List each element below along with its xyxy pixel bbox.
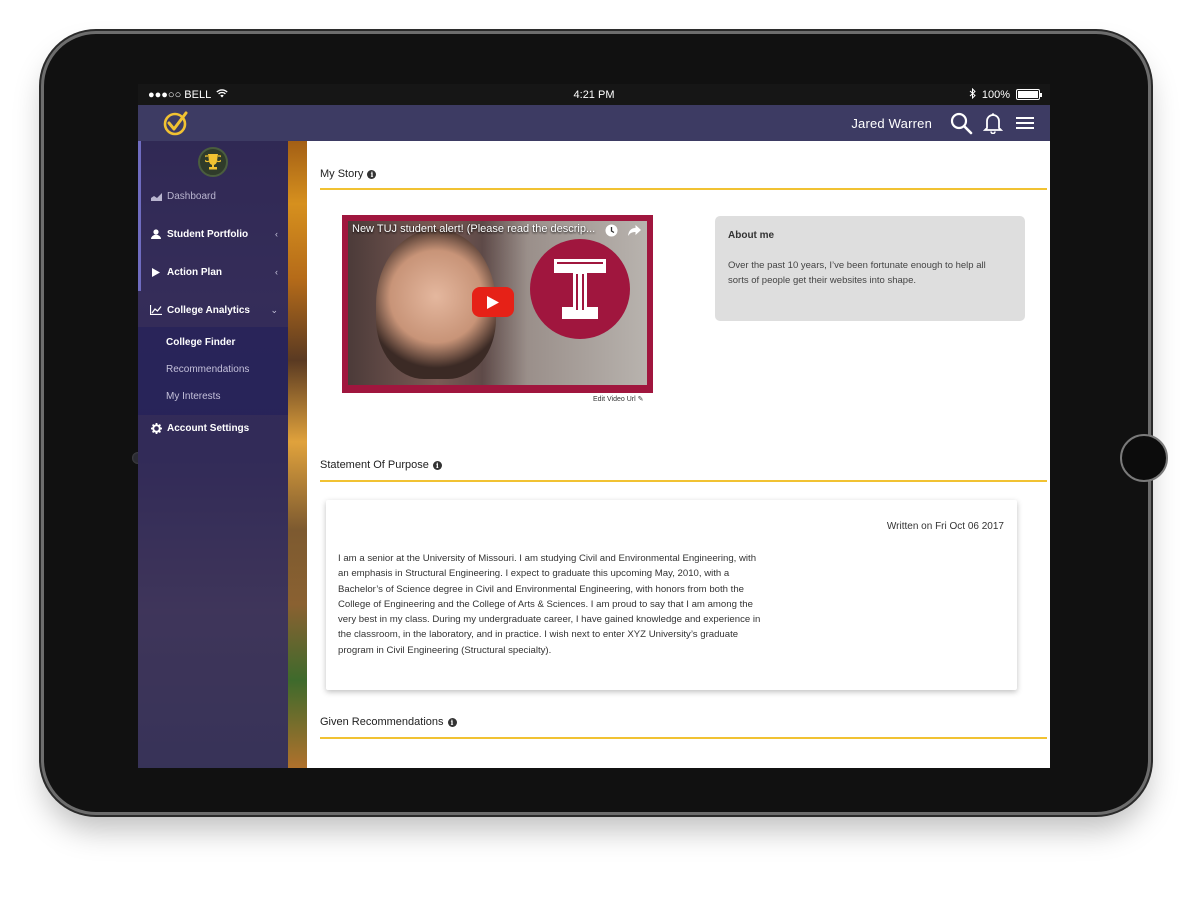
play-button-icon[interactable] (472, 287, 514, 317)
pencil-icon: ✎ (637, 396, 644, 403)
about-me-title: About me (728, 230, 775, 241)
watch-later-icon[interactable] (605, 224, 618, 242)
section-divider (320, 737, 1047, 739)
brand-logo-icon[interactable] (162, 109, 190, 137)
statement-of-purpose-card: Written on Fri Oct 06 2017 I am a senior… (326, 500, 1017, 690)
battery-icon (1016, 89, 1042, 100)
sidebar-item-student-portfolio[interactable]: Student Portfolio ‹ (138, 219, 288, 249)
info-icon[interactable]: i (432, 460, 442, 470)
background-foliage (288, 141, 307, 768)
given-recommendations-heading: Given Recommendations i (320, 716, 457, 728)
status-bar: ●●●○○ BELL 4:21 PM 100% (138, 84, 1050, 105)
chart-icon (150, 304, 162, 316)
bell-icon[interactable] (980, 110, 1006, 136)
statement-text: I am a senior at the University of Misso… (338, 553, 761, 656)
screen: ●●●○○ BELL 4:21 PM 100% Jared Warren Das… (138, 84, 1050, 768)
sidebar-item-college-analytics[interactable]: College Analytics ⌄ (138, 295, 288, 325)
app-header: Jared Warren (138, 105, 1050, 141)
statement-of-purpose-heading: Statement Of Purpose i (320, 459, 442, 471)
chevron-down-icon: ⌄ (270, 304, 278, 315)
menu-icon[interactable] (1012, 110, 1038, 136)
sidebar-item-label: College Analytics (167, 304, 250, 316)
section-divider (320, 480, 1047, 482)
sidebar-item-label: Dashboard (167, 190, 216, 202)
wifi-icon (216, 88, 228, 101)
sidebar-item-dashboard[interactable]: Dashboard (138, 181, 288, 211)
sidebar-item-label: Action Plan (167, 266, 223, 278)
edit-video-label: Edit Video Url (593, 396, 636, 403)
gear-icon (150, 422, 162, 434)
sidebar-item-account-settings[interactable]: Account Settings (138, 413, 288, 443)
user-icon (150, 228, 162, 240)
info-icon[interactable]: i (447, 717, 457, 727)
info-icon[interactable]: i (367, 169, 377, 179)
home-button[interactable] (1120, 434, 1168, 482)
about-me-text: Over the past 10 years, I’ve been fortun… (728, 260, 986, 286)
submenu-item-recommendations[interactable]: Recommendations (166, 364, 249, 375)
section-title: Given Recommendations (320, 716, 444, 728)
edit-video-url-link[interactable]: Edit Video Url ✎ (593, 395, 644, 403)
status-time: 4:21 PM (573, 88, 615, 101)
play-icon (150, 266, 162, 278)
submenu-item-my-interests[interactable]: My Interests (166, 391, 220, 402)
user-name[interactable]: Jared Warren (851, 116, 932, 131)
video-player[interactable]: New TUJ student alert! (Please read the … (342, 215, 653, 393)
sidebar-item-label: Student Portfolio (167, 228, 249, 240)
section-title: Statement Of Purpose (320, 459, 429, 471)
bluetooth-icon (969, 87, 976, 102)
submenu-item-college-finder[interactable]: College Finder (166, 337, 235, 348)
section-title: My Story (320, 168, 364, 180)
main-content: My Story i New TUJ student alert! (Pleas… (307, 141, 1050, 768)
dashboard-icon (150, 190, 162, 202)
about-me-card: About me Over the past 10 years, I’ve be… (715, 216, 1025, 321)
written-date: Written on Fri Oct 06 2017 (886, 521, 1004, 532)
sidebar-item-action-plan[interactable]: Action Plan ‹ (138, 257, 288, 287)
college-analytics-submenu: College Finder Recommendations My Intere… (138, 327, 288, 415)
my-story-heading: My Story i (320, 168, 377, 180)
search-icon[interactable] (948, 110, 974, 136)
video-title[interactable]: New TUJ student alert! (Please read the … (352, 223, 604, 235)
chevron-left-icon: ‹ (275, 267, 278, 277)
share-icon[interactable] (628, 224, 641, 242)
battery-label: 100% (981, 88, 1010, 101)
temple-logo-icon (530, 239, 630, 339)
chevron-left-icon: ‹ (275, 229, 278, 239)
carrier-label: ●●●○○ BELL (148, 88, 212, 101)
trophy-icon[interactable] (198, 147, 228, 177)
sidebar-item-label: Account Settings (167, 422, 250, 434)
section-divider (320, 188, 1047, 190)
sidebar: Dashboard Student Portfolio ‹ Action Pla… (138, 141, 288, 768)
